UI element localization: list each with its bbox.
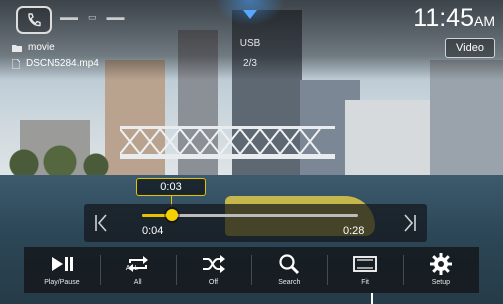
setup-button[interactable]: Setup	[402, 247, 479, 293]
chevron-down-icon[interactable]	[243, 10, 257, 19]
file-icon	[12, 58, 20, 69]
play-pause-button[interactable]: Play/Pause	[24, 247, 100, 293]
building	[345, 100, 435, 180]
clock: 11:45AM	[413, 4, 495, 33]
next-track-button[interactable]	[399, 212, 421, 234]
seek-bar[interactable]	[142, 209, 358, 221]
search-icon	[276, 253, 302, 275]
file-name: DSCN5284.mp4	[26, 58, 99, 69]
shuffle-icon	[200, 253, 226, 275]
seek-time-tooltip: 0:03	[136, 178, 206, 196]
control-label: Off	[208, 279, 219, 286]
shuffle-button[interactable]: Off	[175, 247, 252, 293]
search-button[interactable]: Search	[251, 247, 327, 293]
elapsed-time: 0:04	[142, 225, 164, 237]
track-counter: 2/3	[243, 58, 257, 69]
control-label: Fit	[361, 279, 369, 286]
control-label: Setup	[431, 279, 451, 286]
status-icons: ▬▬ ▭ ▬▬	[60, 12, 125, 23]
phone-icon	[28, 13, 41, 27]
phone-button[interactable]	[16, 6, 52, 34]
control-label: All	[133, 279, 142, 286]
control-label: Search	[278, 279, 301, 286]
seek-panel: 0:04 0:28	[84, 204, 427, 242]
previous-track-button[interactable]	[90, 212, 112, 234]
signal-icon-secondary: ▬▬	[106, 12, 125, 22]
source-selector[interactable]: USB 2/3	[215, 0, 285, 80]
play-pause-icon	[49, 253, 75, 275]
total-time: 0:28	[343, 225, 365, 237]
gear-icon	[428, 253, 454, 275]
repeat-mode-badge: ALL	[125, 265, 139, 272]
trees	[0, 140, 120, 180]
aspect-fit-button[interactable]: Fit	[327, 247, 403, 293]
control-bar: Play/Pause ALL All Off Search Fit Setup	[24, 247, 479, 293]
source-label: USB	[239, 38, 261, 49]
repeat-button[interactable]: ALL All	[99, 247, 176, 293]
control-label: Play/Pause	[44, 279, 80, 286]
folder-icon	[12, 44, 22, 52]
signal-icon: ▬▬	[60, 12, 78, 22]
fit-indicator	[371, 293, 373, 304]
skip-forward-icon	[404, 214, 416, 232]
skip-back-icon	[95, 214, 107, 232]
video-source-button[interactable]: Video	[445, 38, 495, 58]
clock-time: 11:45	[413, 4, 474, 32]
seek-knob[interactable]	[166, 209, 179, 221]
clock-ampm: AM	[474, 13, 495, 29]
battery-icon: ▭	[88, 12, 97, 22]
folder-row: movie	[12, 42, 55, 53]
file-row: DSCN5284.mp4	[12, 58, 99, 69]
bridge	[120, 126, 335, 159]
video-player-screen: ▬▬ ▭ ▬▬ movie DSCN5284.mp4 USB 2/3 11:45…	[0, 0, 503, 304]
folder-name: movie	[28, 42, 55, 53]
aspect-fit-icon	[352, 253, 378, 275]
